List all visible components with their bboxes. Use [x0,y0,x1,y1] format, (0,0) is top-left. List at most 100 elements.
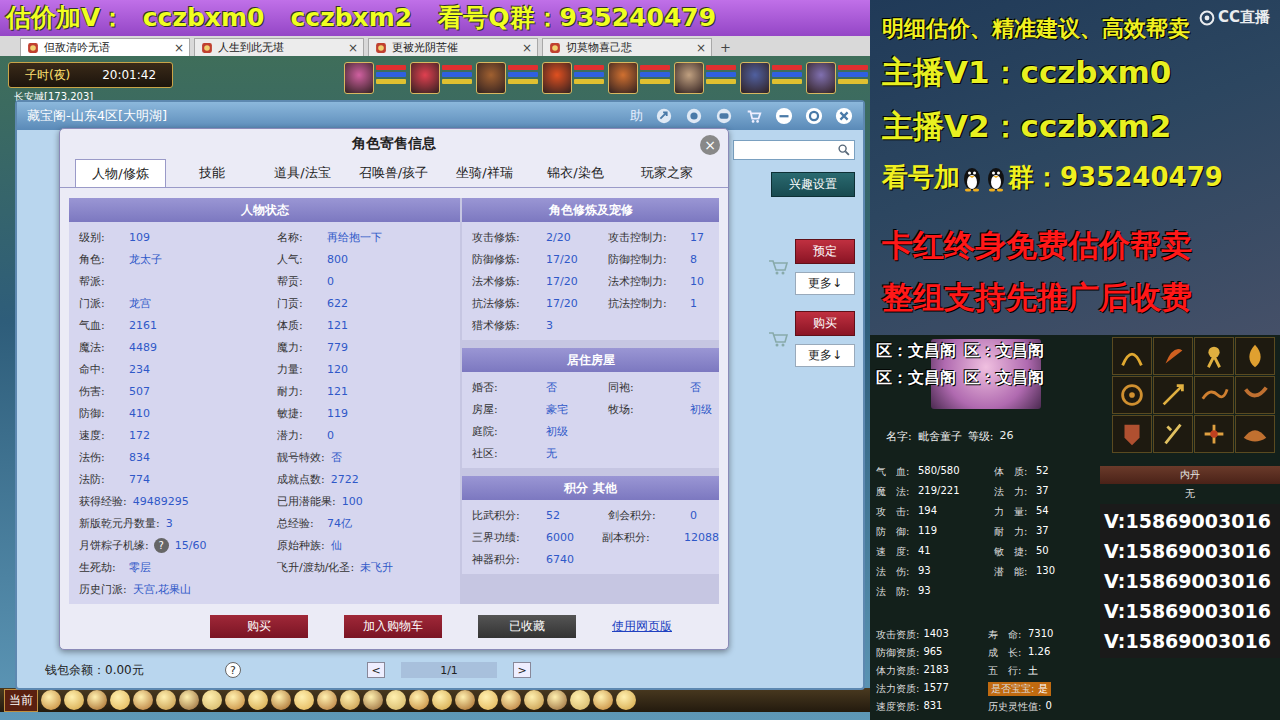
toolbar-icon[interactable] [156,690,176,710]
help-icon[interactable]: ? [154,538,169,553]
dialog-tab[interactable]: 道具/法宝 [257,159,348,187]
dialog-tab[interactable]: 召唤兽/孩子 [348,159,439,187]
dialog-button[interactable]: 加入购物车 [344,615,442,638]
toolbar-icon[interactable] [593,690,613,710]
skill-slot[interactable] [1235,376,1275,414]
dialog-tab[interactable]: 技能 [166,159,257,187]
field-value: 3 [166,517,173,530]
dialog-tab[interactable]: 坐骑/祥瑞 [439,159,530,187]
help-button[interactable]: ? [225,662,241,678]
toolbar-icon[interactable] [340,690,360,710]
more-button[interactable]: 更多↓ [795,344,855,367]
dialog-close-button[interactable]: × [700,135,720,155]
field-label: 命中: [79,362,123,377]
portrait[interactable] [806,62,836,94]
toolbar-icon[interactable] [41,690,61,710]
assist-button[interactable]: 助 [630,107,643,125]
toolbar-icon[interactable] [133,690,153,710]
aptitude-field: 攻击资质:1403 [876,628,988,642]
skill-slot[interactable] [1153,376,1193,414]
toolbar-icon[interactable] [386,690,406,710]
toolbar-icon[interactable] [455,690,475,710]
party-member[interactable] [344,62,406,94]
listing-action-button[interactable]: 购买 [795,311,855,336]
next-page-button[interactable]: > [513,662,531,678]
info-row: 猎术修炼:3 [472,314,719,336]
toolbar-icon[interactable] [524,690,544,710]
info-field: 伤害:507 [79,384,277,399]
party-member[interactable] [542,62,604,94]
skill-slot[interactable] [1235,415,1275,453]
dialog-tab[interactable]: 玩家之家 [621,159,712,187]
field-value: 8 [690,253,697,266]
more-button[interactable]: 更多↓ [795,272,855,295]
tab-close[interactable]: × [348,41,358,55]
dialog-button[interactable]: 已收藏 [478,615,576,638]
portrait[interactable] [674,62,704,94]
toolbar-icon[interactable] [294,690,314,710]
skill-slot[interactable] [1194,376,1234,414]
toolbar-icon[interactable] [317,690,337,710]
dialog-button[interactable]: 购买 [210,615,308,638]
tab-close[interactable]: × [522,41,532,55]
listing-action-button[interactable]: 预定 [795,239,855,264]
party-member[interactable] [806,62,868,94]
toolbar-icon[interactable] [110,690,130,710]
dialog-tab[interactable]: 锦衣/染色 [530,159,621,187]
party-member[interactable] [476,62,538,94]
field-value: 4489 [129,341,157,354]
browser-tab[interactable]: 人生到此无堪 × [194,38,364,56]
toolbar-icon[interactable] [501,690,521,710]
toolbar-icon[interactable] [616,690,636,710]
portrait[interactable] [542,62,572,94]
toolbar-icon[interactable] [202,690,222,710]
skill-slot[interactable] [1112,376,1152,414]
browser-tab[interactable]: 更被光阴苦催× [368,38,538,56]
portrait[interactable] [608,62,638,94]
party-member[interactable] [740,62,802,94]
toolbar-icon[interactable] [432,690,452,710]
party-member[interactable] [608,62,670,94]
portrait[interactable] [410,62,440,94]
skill-slot[interactable] [1153,337,1193,375]
new-tab-button[interactable]: + [716,40,735,55]
toolbar-icon[interactable] [179,690,199,710]
portrait[interactable] [476,62,506,94]
skill-slot[interactable] [1153,415,1193,453]
chat-channel[interactable]: 当前 [4,689,38,712]
portrait[interactable] [740,62,770,94]
toolbar-icon[interactable] [547,690,567,710]
bar [574,79,604,84]
toolbar-icon[interactable] [570,690,590,710]
toolbar-icon[interactable] [248,690,268,710]
skill-slot[interactable] [1112,415,1152,453]
skill-icon [1240,341,1270,371]
skill-icon [1199,380,1229,410]
toolbar-icon[interactable] [64,690,84,710]
dialog-button[interactable]: 使用网页版 [612,615,672,638]
tab-label: 人生到此无堪 [218,40,344,55]
tab-close[interactable]: × [696,41,706,55]
skill-slot[interactable] [1194,337,1234,375]
party-member[interactable] [674,62,736,94]
prev-page-button[interactable]: < [367,662,385,678]
toolbar-icon[interactable] [363,690,383,710]
search-field[interactable] [733,140,855,160]
toolbar-icon[interactable] [271,690,291,710]
party-member[interactable] [410,62,472,94]
toolbar-icon[interactable] [225,690,245,710]
toolbar-icon[interactable] [87,690,107,710]
skill-slot[interactable] [1194,415,1234,453]
browser-tab[interactable]: 但敌清吟无语× [20,38,190,56]
portrait[interactable] [344,62,374,94]
dialog-tab[interactable]: 人物/修炼 [75,159,166,187]
toolbar-icon[interactable] [409,690,429,710]
interest-settings-button[interactable]: 兴趣设置 [771,172,855,197]
skill-slot[interactable] [1112,337,1152,375]
skill-slot[interactable] [1235,337,1275,375]
info-field: 神器积分:6740 [472,552,608,567]
browser-tab[interactable]: 切莫物喜己悲× [542,38,712,56]
tab-close[interactable]: × [174,41,184,55]
toolbar-icon[interactable] [478,690,498,710]
listing-actions: 购买更多↓ [767,311,855,367]
